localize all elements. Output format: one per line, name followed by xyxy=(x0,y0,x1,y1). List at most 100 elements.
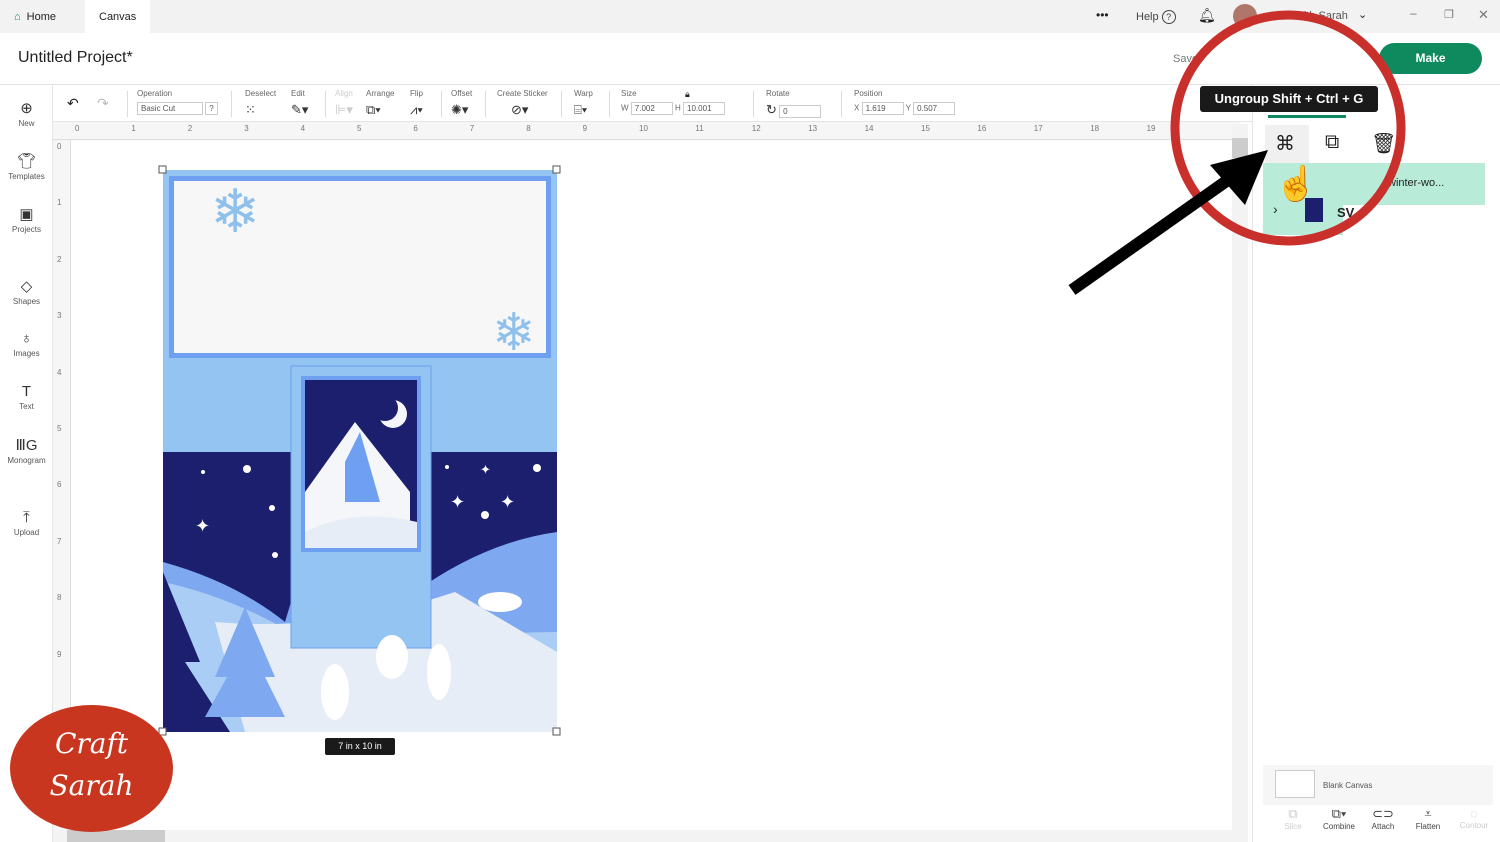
lock-icon[interactable]: 🔒︎ xyxy=(685,89,690,100)
position-group: Position X 1.619 Y 0.507 xyxy=(854,89,956,115)
tooltip: Ungroup Shift + Ctrl + G xyxy=(1200,86,1378,112)
deselect-icon: ⁙ xyxy=(245,102,256,117)
sidebar-item-new[interactable]: ⊕ New xyxy=(0,99,53,128)
size-group: Size W 7.002 H 10.001 xyxy=(621,89,726,115)
snowflake-icon: ❄ xyxy=(492,304,536,362)
upload-icon: ⤒ xyxy=(23,509,30,526)
chevron-down-icon[interactable]: ⌄ xyxy=(1358,8,1367,21)
slice-button[interactable]: ⧉ Slice xyxy=(1270,806,1316,831)
shirt-icon: 👕︎ xyxy=(16,153,37,170)
sidebar-item-text[interactable]: T Text xyxy=(0,383,53,411)
ruler-tick-label: 4 xyxy=(300,124,306,133)
ruler-tick-label: 8 xyxy=(526,124,531,133)
ruler-tick-label: 3 xyxy=(57,311,62,321)
ruler-tick-label: 15 xyxy=(921,124,930,133)
sidebar-item-images[interactable]: ♁ Images xyxy=(0,330,53,358)
vertical-scrollbar[interactable] xyxy=(1232,124,1248,830)
top-bar: ⌂ Home Canvas ••• Help ? 🔔︎ Craft with Sa… xyxy=(0,0,1500,33)
ruler-tick-label: 13 xyxy=(808,124,818,133)
svg-text:✦: ✦ xyxy=(500,492,515,512)
contour-button[interactable]: ◌ Contour xyxy=(1451,806,1497,830)
help-button[interactable]: Help ? xyxy=(1136,10,1176,24)
save-button[interactable]: Save xyxy=(1173,53,1198,65)
flip-icon: ⩘▾ xyxy=(410,102,423,117)
canvas-artwork[interactable]: ❄ ❄ ✦ ✦ ✦ ✦ xyxy=(155,162,565,742)
deselect-button[interactable]: Deselect ⁙ xyxy=(245,89,276,118)
watermark-logo: Craft Sarah xyxy=(10,705,173,832)
close-icon[interactable]: ✕ xyxy=(1478,7,1489,23)
make-button[interactable]: Make xyxy=(1379,43,1482,74)
undo-icon[interactable]: ↶ xyxy=(67,95,79,112)
sticker-icon: ⊘▾ xyxy=(511,102,529,117)
tab-home[interactable]: ⌂ Home xyxy=(0,0,70,33)
layer-item[interactable]: › SV xyxy=(1263,195,1354,235)
ruler-tick-label: 6 xyxy=(57,480,62,490)
flatten-icon: ⩡ xyxy=(1424,806,1432,821)
project-title[interactable]: Untitled Project* xyxy=(18,49,133,67)
slice-icon: ⧉ xyxy=(1288,806,1298,821)
combine-button[interactable]: ⧉▾ Combine xyxy=(1316,806,1362,831)
ruler-tick-label: 3 xyxy=(244,124,249,133)
operation-group: Operation Basic Cut ? xyxy=(137,89,218,115)
snowflake-icon: ❄ xyxy=(210,178,260,245)
ruler-tick-label: 4 xyxy=(57,367,62,377)
ruler-tick-label: 8 xyxy=(57,593,62,603)
rotate-input[interactable]: 0 xyxy=(779,105,822,119)
redo-icon[interactable]: ↷ xyxy=(97,95,109,112)
sidebar-item-shapes[interactable]: ◇ Shapes xyxy=(0,277,53,306)
duplicate-icon[interactable]: ⧉ xyxy=(1325,131,1339,154)
horizontal-scrollbar[interactable] xyxy=(53,830,1248,842)
attach-button[interactable]: ⊂⊃ Attach xyxy=(1360,806,1406,831)
bulb-icon: ♁ xyxy=(20,330,33,347)
combine-icon: ⧉▾ xyxy=(1331,806,1347,821)
ruler-tick-label: 9 xyxy=(582,124,588,133)
blank-canvas-layer[interactable]: Blank Canvas xyxy=(1263,765,1493,805)
offset-icon: ✺▾ xyxy=(451,102,469,117)
help-icon: ? xyxy=(1161,10,1176,24)
sidebar-item-monogram[interactable]: ⅢG Monogram xyxy=(0,436,53,465)
sidebar-item-templates[interactable]: 👕︎ Templates xyxy=(0,152,53,181)
more-button[interactable]: ••• xyxy=(1096,8,1109,22)
svg-text:✦: ✦ xyxy=(480,462,491,477)
height-input[interactable]: 10.001 xyxy=(683,102,726,115)
align-button[interactable]: Align ⊫▾ xyxy=(335,89,353,118)
contour-icon: ◌ xyxy=(1470,806,1478,821)
ruler-tick-label: 0 xyxy=(57,142,62,151)
minimize-icon[interactable]: – xyxy=(1410,6,1417,20)
paperclip-icon: ⊂⊃ xyxy=(1372,806,1394,821)
offset-button[interactable]: Offset ✺▾ xyxy=(451,89,472,118)
projects-icon: ▣ xyxy=(19,206,34,223)
operation-help[interactable]: ? xyxy=(205,102,218,115)
flatten-button[interactable]: ⩡ Flatten xyxy=(1405,806,1451,831)
arrange-button[interactable]: Arrange ⧉▾ xyxy=(366,89,394,118)
trash-icon[interactable]: 🗑︎ xyxy=(1371,131,1396,156)
chevron-right-icon: › xyxy=(1273,201,1278,217)
width-input[interactable]: 7.002 xyxy=(630,102,673,115)
x-input[interactable]: 1.619 xyxy=(861,102,904,115)
tab-canvas[interactable]: Canvas xyxy=(85,0,151,33)
restore-icon[interactable]: ❐ xyxy=(1444,8,1454,21)
shapes-icon: ◇ xyxy=(20,278,33,295)
layers-tab-underline xyxy=(1268,115,1346,118)
rotate-icon: ↻ xyxy=(766,102,777,117)
ruler-tick-label: 17 xyxy=(1033,124,1043,133)
flip-button[interactable]: Flip ⩘▾ xyxy=(410,89,423,118)
ruler-tick-label: 7 xyxy=(57,536,62,546)
create-sticker-button[interactable]: Create Sticker ⊘▾ xyxy=(497,89,548,118)
sidebar-item-projects[interactable]: ▣ Projects xyxy=(0,205,53,234)
title-bar: Untitled Project* Save xyxy=(0,33,1500,85)
y-input[interactable]: 0.507 xyxy=(913,102,956,115)
edit-button[interactable]: Edit ✎▾ xyxy=(291,89,308,118)
ruler-tick-label: 10 xyxy=(639,124,648,133)
avatar[interactable] xyxy=(1233,4,1257,28)
sidebar-item-upload[interactable]: ⤒ Upload xyxy=(0,509,53,537)
operation-select[interactable]: Basic Cut xyxy=(137,102,203,115)
ruler-tick-label: 19 xyxy=(1146,124,1156,133)
monogram-icon: ⅢG xyxy=(15,437,38,454)
warp-button[interactable]: Warp ⌸▾ xyxy=(574,89,593,118)
ruler-tick-label: 11 xyxy=(695,124,704,133)
bell-icon[interactable]: 🔔︎ xyxy=(1198,7,1216,24)
text-icon: T xyxy=(21,383,32,400)
user-name[interactable]: Craft with Sarah xyxy=(1269,10,1348,22)
size-label: 7 in x 10 in xyxy=(325,738,395,755)
